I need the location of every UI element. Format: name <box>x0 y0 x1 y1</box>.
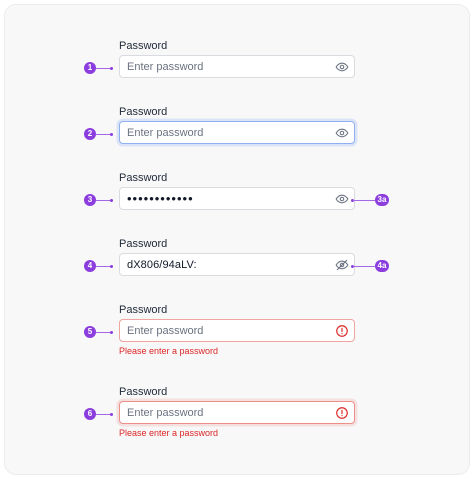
field-label: Password <box>119 386 168 398</box>
annotation-marker: 5 <box>84 326 96 338</box>
password-input[interactable]: Enter password <box>119 121 355 144</box>
annotation-marker: 4a <box>375 260 389 272</box>
field-label: Password <box>119 40 168 52</box>
eye-off-icon[interactable] <box>335 258 349 272</box>
annotation-marker: 3 <box>84 194 96 206</box>
annotation-marker: 2 <box>84 128 96 140</box>
input-placeholder: Enter password <box>127 407 204 419</box>
field-label: Password <box>119 304 168 316</box>
annotation-marker: 4 <box>84 260 96 272</box>
input-placeholder: Enter password <box>127 127 204 139</box>
annotation-dot <box>110 133 113 136</box>
password-input[interactable]: •••••••••••• <box>119 187 355 210</box>
input-placeholder: Enter password <box>127 61 204 73</box>
input-value: dX806/94aLV: <box>127 259 197 271</box>
input-value: •••••••••••• <box>127 191 194 206</box>
password-input[interactable]: dX806/94aLV: <box>119 253 355 276</box>
annotation-marker: 6 <box>84 408 96 420</box>
annotation-marker: 3a <box>375 194 389 206</box>
annotation-line <box>353 200 375 201</box>
alert-circle-icon <box>336 407 348 419</box>
annotation-dot <box>110 331 113 334</box>
alert-circle-icon <box>336 325 348 337</box>
field-label: Password <box>119 172 168 184</box>
annotation-dot <box>110 67 113 70</box>
eye-icon[interactable] <box>335 60 349 74</box>
annotation-dot <box>110 265 113 268</box>
annotation-dot <box>110 413 113 416</box>
error-message: Please enter a password <box>119 346 219 356</box>
eye-icon[interactable] <box>335 192 349 206</box>
password-input[interactable]: Enter password <box>119 319 355 342</box>
password-input[interactable]: Enter password <box>119 55 355 78</box>
field-label: Password <box>119 238 168 250</box>
annotation-dot <box>110 199 113 202</box>
eye-icon[interactable] <box>335 126 349 140</box>
input-placeholder: Enter password <box>127 325 204 337</box>
password-input[interactable]: Enter password <box>119 401 355 424</box>
annotation-line <box>353 266 375 267</box>
field-label: Password <box>119 106 168 118</box>
annotation-marker: 1 <box>84 62 96 74</box>
error-message: Please enter a password <box>119 428 219 438</box>
